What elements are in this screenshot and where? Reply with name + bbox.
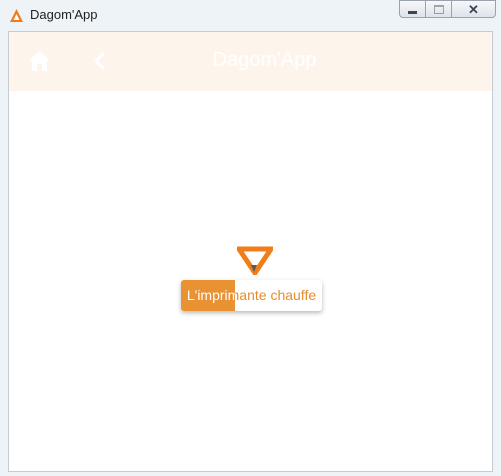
app-header: Dagom'App	[9, 32, 492, 91]
page-title: Dagom'App	[212, 49, 317, 71]
app-window: Dagom'App ✕ Dagom'App L'imprimante chauf…	[0, 0, 501, 476]
dagoma-logo-icon	[237, 246, 273, 275]
title-bar[interactable]: Dagom'App ✕	[0, 0, 501, 30]
heating-progress: L'imprimante chauffe L'imprimante chauff…	[181, 280, 322, 311]
minimize-button[interactable]	[399, 0, 425, 18]
progress-label-filled: L'imprimante chauffe	[181, 280, 235, 311]
window-controls: ✕	[399, 0, 496, 18]
minimize-icon	[408, 10, 417, 14]
maximize-icon	[433, 4, 444, 14]
maximize-button[interactable]	[425, 0, 451, 18]
app-logo-icon	[10, 9, 23, 22]
close-button[interactable]: ✕	[451, 0, 496, 18]
progress-label-overlay: L'imprimante chauffe	[186, 287, 235, 303]
close-icon: ✕	[468, 1, 479, 17]
window-title: Dagom'App	[30, 7, 98, 22]
app-content: Dagom'App L'imprimante chauffe L'imprima…	[8, 31, 493, 472]
